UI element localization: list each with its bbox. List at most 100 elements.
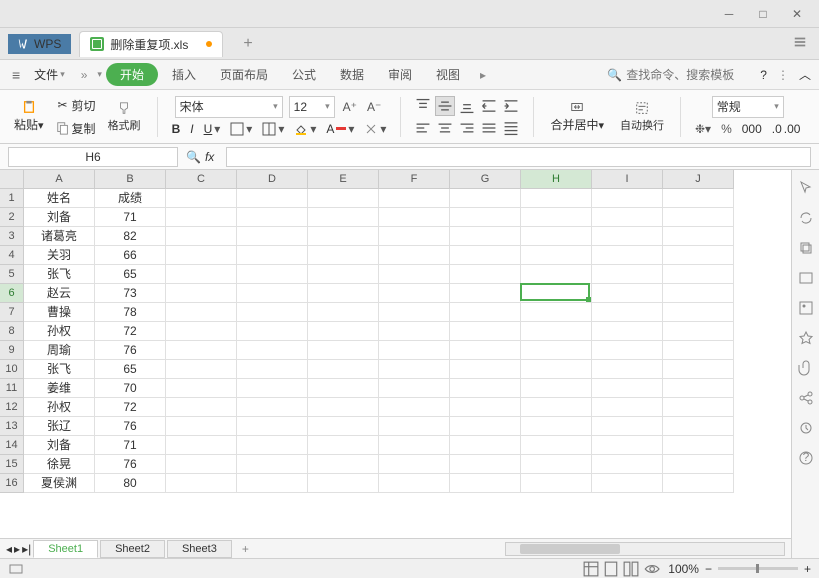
cell[interactable]	[663, 208, 734, 227]
number-format-select[interactable]: 常规▾	[712, 96, 784, 118]
sheet-tab-3[interactable]: Sheet3	[167, 540, 232, 558]
spreadsheet-grid[interactable]: ABCDEFGHIJ1姓名成绩2刘备713诸葛亮824关羽665张飞656赵云7…	[0, 170, 791, 538]
cell[interactable]	[663, 398, 734, 417]
align-top[interactable]	[413, 96, 433, 116]
cell[interactable]	[663, 322, 734, 341]
cell[interactable]	[592, 341, 663, 360]
column-header[interactable]: G	[450, 170, 521, 189]
indent-increase[interactable]	[501, 96, 521, 116]
cell[interactable]	[521, 341, 592, 360]
cell[interactable]: 成绩	[95, 189, 166, 208]
tab-insert[interactable]: 插入	[162, 62, 206, 87]
help-panel-icon[interactable]: ?	[798, 450, 814, 466]
cell[interactable]: 71	[95, 208, 166, 227]
share-icon[interactable]	[798, 390, 814, 406]
cell[interactable]: 孙权	[24, 322, 95, 341]
cell[interactable]	[237, 189, 308, 208]
row-header[interactable]: 7	[0, 303, 24, 322]
row-header[interactable]: 5	[0, 265, 24, 284]
cell[interactable]	[592, 322, 663, 341]
row-header[interactable]: 9	[0, 341, 24, 360]
underline-button[interactable]: U▾	[202, 120, 223, 138]
cell[interactable]	[592, 265, 663, 284]
cell[interactable]	[521, 360, 592, 379]
row-header[interactable]: 8	[0, 322, 24, 341]
cell[interactable]: 赵云	[24, 284, 95, 303]
cell[interactable]	[308, 322, 379, 341]
cell[interactable]: 66	[95, 246, 166, 265]
cell[interactable]: 关羽	[24, 246, 95, 265]
column-header[interactable]: J	[663, 170, 734, 189]
tab-formula[interactable]: 公式	[282, 62, 326, 87]
cut-button[interactable]: ✂剪切	[54, 95, 98, 116]
paste-button[interactable]: 粘贴▾	[10, 98, 48, 135]
tab-view[interactable]: 视图	[426, 62, 470, 87]
cell[interactable]	[521, 436, 592, 455]
search-input[interactable]	[626, 68, 756, 82]
row-header[interactable]: 14	[0, 436, 24, 455]
refresh-icon[interactable]	[798, 210, 814, 226]
zoom-value[interactable]: 100%	[668, 562, 699, 576]
cell[interactable]	[592, 189, 663, 208]
view-reading[interactable]	[642, 561, 660, 577]
cell[interactable]	[379, 398, 450, 417]
cell[interactable]	[379, 189, 450, 208]
cell[interactable]: 72	[95, 322, 166, 341]
column-header[interactable]: E	[308, 170, 379, 189]
cell[interactable]	[308, 189, 379, 208]
wps-logo[interactable]: WPS	[8, 34, 71, 54]
cell[interactable]: 65	[95, 360, 166, 379]
column-header[interactable]: A	[24, 170, 95, 189]
cell-reference-box[interactable]: H6	[8, 147, 178, 167]
minimize-button[interactable]: ─	[713, 4, 745, 24]
cell[interactable]	[521, 246, 592, 265]
cell[interactable]	[166, 341, 237, 360]
cell[interactable]	[237, 303, 308, 322]
cell[interactable]	[379, 417, 450, 436]
cell[interactable]	[308, 398, 379, 417]
cell[interactable]	[237, 284, 308, 303]
cell[interactable]	[379, 208, 450, 227]
cell[interactable]	[663, 417, 734, 436]
properties-icon[interactable]	[798, 270, 814, 286]
cell[interactable]: 70	[95, 379, 166, 398]
document-tab[interactable]: 删除重复项.xls	[79, 31, 223, 57]
cell[interactable]: 张辽	[24, 417, 95, 436]
status-icon[interactable]	[8, 561, 24, 577]
cell[interactable]	[379, 227, 450, 246]
cell[interactable]	[592, 227, 663, 246]
row-header[interactable]: 13	[0, 417, 24, 436]
cell[interactable]	[237, 208, 308, 227]
align-distributed[interactable]	[501, 118, 521, 138]
cell[interactable]	[379, 360, 450, 379]
cell[interactable]	[166, 284, 237, 303]
cell[interactable]	[237, 398, 308, 417]
cell[interactable]	[237, 246, 308, 265]
currency-button[interactable]: ❉▾	[693, 120, 713, 138]
cell[interactable]	[450, 360, 521, 379]
row-header[interactable]: 15	[0, 455, 24, 474]
cell[interactable]	[450, 436, 521, 455]
cell[interactable]	[592, 474, 663, 493]
cell[interactable]	[663, 455, 734, 474]
cell[interactable]	[663, 360, 734, 379]
cell[interactable]: 曹操	[24, 303, 95, 322]
sheet-nav[interactable]: ◂▸▸|	[6, 542, 31, 556]
cell[interactable]	[450, 208, 521, 227]
cell[interactable]	[308, 227, 379, 246]
cell[interactable]	[308, 436, 379, 455]
tab-data[interactable]: 数据	[330, 62, 374, 87]
format-painter-button[interactable]: 格式刷	[104, 99, 145, 135]
zoom-out[interactable]: −	[705, 562, 712, 576]
cell[interactable]	[237, 417, 308, 436]
decrease-font-button[interactable]: A⁻	[365, 98, 383, 116]
column-header[interactable]: C	[166, 170, 237, 189]
cell[interactable]: 徐晃	[24, 455, 95, 474]
cell[interactable]	[166, 246, 237, 265]
cell[interactable]	[237, 341, 308, 360]
horizontal-scrollbar[interactable]	[505, 542, 785, 556]
copy-button[interactable]: 复制	[54, 118, 98, 139]
bold-button[interactable]: B	[170, 120, 183, 138]
cell[interactable]: 诸葛亮	[24, 227, 95, 246]
cell[interactable]	[521, 398, 592, 417]
